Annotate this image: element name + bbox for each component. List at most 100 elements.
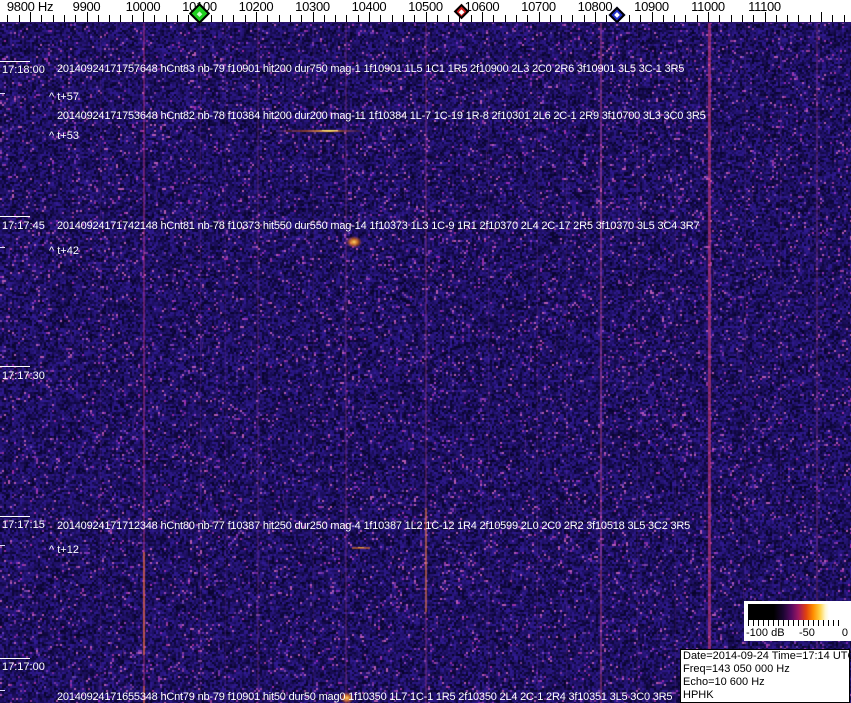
ruler-tick bbox=[188, 15, 190, 22]
ruler-tick bbox=[131, 15, 133, 22]
ruler-tick bbox=[75, 15, 77, 22]
ruler-label-10800: 10800 bbox=[577, 0, 613, 14]
ruler-tick bbox=[674, 15, 676, 22]
ruler-tick bbox=[63, 15, 65, 22]
ruler-tick bbox=[244, 15, 246, 22]
ruler-tick bbox=[719, 15, 721, 22]
edge-mark bbox=[0, 247, 5, 248]
ruler-tick bbox=[109, 15, 111, 22]
ruler-tick bbox=[301, 15, 303, 22]
ruler-tick bbox=[549, 15, 551, 22]
ruler-tick bbox=[572, 15, 574, 22]
ruler-tick bbox=[561, 15, 563, 22]
time-label: 17:17:00 bbox=[2, 661, 45, 673]
edge-mark bbox=[0, 690, 5, 691]
edge-mark bbox=[0, 93, 5, 94]
ruler-label-9900: 9900 bbox=[72, 0, 101, 14]
detection-text: 20140924171742148 hCnt81 nb-78 f10373 hi… bbox=[57, 220, 700, 232]
legend-label-min: -100 dB bbox=[746, 627, 785, 639]
ruler-tick bbox=[730, 15, 732, 22]
detection-caret-label: ^ t+57 bbox=[49, 91, 79, 103]
ruler-tick bbox=[787, 15, 789, 22]
ruler-tick bbox=[52, 15, 54, 22]
status-info-box: Date=2014-09-24 Time=17:14 UTC Freq=143 … bbox=[680, 649, 851, 703]
ruler-tick bbox=[222, 15, 224, 22]
detection-caret-label: ^ t+42 bbox=[49, 245, 79, 257]
time-label: 17:17:45 bbox=[2, 220, 45, 232]
ruler-tick bbox=[583, 15, 585, 22]
ruler-tick bbox=[504, 15, 506, 22]
ruler-tick bbox=[662, 15, 664, 22]
ruler-tick bbox=[380, 15, 382, 22]
ruler-label-10200: 10200 bbox=[238, 0, 274, 14]
blue-diamond-center-dot bbox=[614, 12, 620, 18]
info-echo: Echo=10 600 Hz bbox=[683, 676, 765, 688]
ruler-tick bbox=[233, 15, 235, 22]
info-date-time: Date=2014-09-24 Time=17:14 UTC bbox=[683, 650, 851, 662]
time-label: 17:17:30 bbox=[2, 370, 45, 382]
ruler-tick bbox=[176, 15, 178, 22]
ruler-label-11100: 11100 bbox=[748, 0, 781, 14]
time-label: 17:18:00 bbox=[2, 64, 45, 76]
meteor-spectrogram-window: 9800 Hz990010000101001020010300104001050… bbox=[0, 0, 851, 703]
ruler-tick bbox=[640, 15, 642, 22]
ruler-tick bbox=[346, 15, 348, 22]
ruler-tick bbox=[278, 15, 280, 22]
info-frequency: Freq=143 050 000 Hz bbox=[683, 663, 790, 675]
edge-mark bbox=[0, 545, 5, 546]
detection-caret-label: ^ t+53 bbox=[49, 130, 79, 142]
ruler-label-10700: 10700 bbox=[521, 0, 556, 14]
ruler-tick bbox=[753, 15, 755, 22]
ruler-tick bbox=[606, 15, 608, 22]
green-diamond-center-dot bbox=[196, 10, 202, 16]
time-label: 17:17:15 bbox=[2, 519, 45, 531]
time-tick bbox=[0, 216, 30, 217]
spectrogram-waterfall[interactable] bbox=[0, 22, 851, 703]
ruler-label-10900: 10900 bbox=[634, 0, 669, 14]
ruler-tick bbox=[470, 15, 472, 22]
time-tick bbox=[0, 516, 30, 517]
ruler-tick bbox=[685, 15, 687, 22]
ruler-label-10400: 10400 bbox=[351, 0, 387, 14]
ruler-tick bbox=[18, 15, 20, 22]
legend-label-max: 0 bbox=[841, 627, 848, 639]
detection-text: 20140924171712348 hCnt80 nb-77 f10387 hi… bbox=[57, 520, 691, 532]
ruler-tick bbox=[414, 15, 416, 22]
ruler-tick bbox=[391, 15, 393, 22]
ruler-label-9800: 9800 Hz bbox=[6, 0, 54, 14]
ruler-tick bbox=[357, 15, 359, 22]
ruler-tick bbox=[165, 15, 167, 22]
ruler-label-10600: 10600 bbox=[464, 0, 500, 14]
detection-caret-label: ^ t+12 bbox=[49, 544, 79, 556]
ruler-tick bbox=[323, 15, 325, 22]
ruler-tick bbox=[267, 15, 269, 22]
ruler-tick bbox=[809, 15, 811, 22]
ruler-tick bbox=[402, 15, 404, 22]
legend-label-mid: -50 bbox=[799, 627, 815, 639]
time-tick bbox=[0, 658, 30, 659]
ruler-tick bbox=[775, 15, 777, 22]
ruler-tick bbox=[97, 15, 99, 22]
ruler-tick bbox=[493, 15, 495, 22]
ruler-tick bbox=[821, 12, 822, 22]
ruler-tick bbox=[210, 15, 212, 22]
ruler-tick bbox=[696, 15, 698, 22]
ruler-tick bbox=[741, 15, 743, 22]
ruler-label-10500: 10500 bbox=[408, 0, 443, 14]
time-tick bbox=[0, 61, 30, 62]
ruler-tick bbox=[289, 15, 291, 22]
ruler-label-10000: 10000 bbox=[125, 0, 161, 14]
red-diamond-center-dot bbox=[458, 8, 464, 14]
ruler-tick bbox=[832, 15, 834, 22]
color-gradient-bar bbox=[748, 604, 840, 620]
ruler-tick bbox=[335, 15, 337, 22]
ruler-tick bbox=[843, 15, 845, 22]
detection-text: 20140924171655348 hCnt79 nb-79 f10901 hi… bbox=[57, 691, 673, 703]
ruler-label-11000: 11000 bbox=[691, 0, 725, 14]
frequency-ruler[interactable]: 9800 Hz990010000101001020010300104001050… bbox=[0, 0, 851, 24]
ruler-tick bbox=[120, 15, 122, 22]
ruler-tick bbox=[798, 15, 800, 22]
ruler-tick bbox=[628, 15, 630, 22]
db-color-legend: -100 dB -50 0 bbox=[744, 601, 851, 641]
time-tick bbox=[0, 366, 30, 367]
